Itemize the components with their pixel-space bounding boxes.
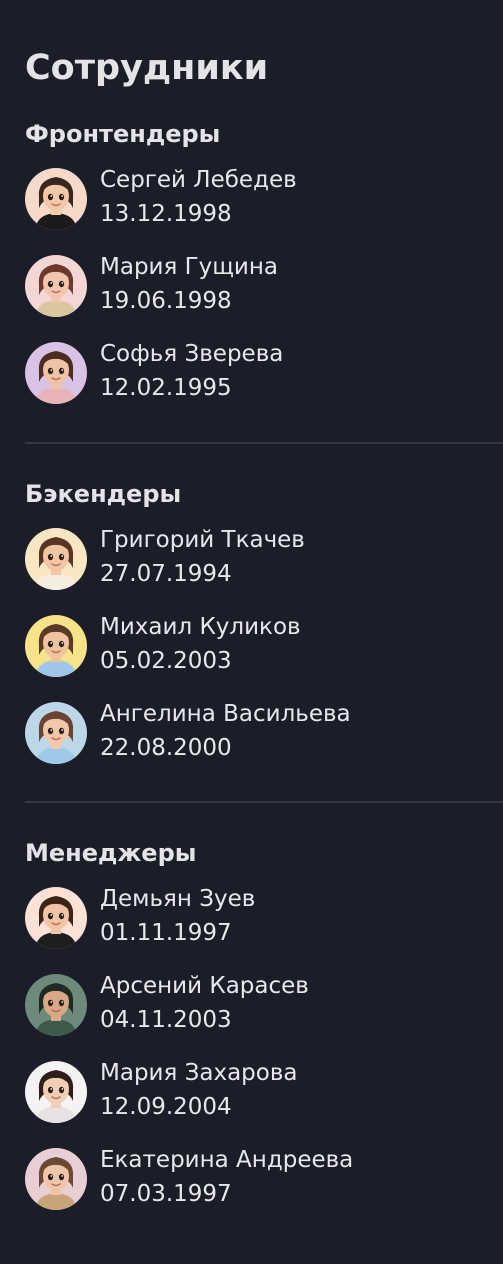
- section-divider: [25, 801, 503, 803]
- employee-name: Михаил Куликов: [100, 614, 301, 640]
- employee-card[interactable]: Михаил Куликов 05.02.2003: [25, 614, 485, 684]
- employee-name: Демьян Зуев: [100, 886, 256, 912]
- employee-name: Мария Гущина: [100, 254, 279, 280]
- employee-card[interactable]: Мария Захарова 12.09.2004: [25, 1060, 485, 1130]
- avatar: [25, 528, 87, 590]
- avatar: [25, 1061, 87, 1123]
- employee-birthdate: 19.06.1998: [100, 288, 232, 314]
- avatar: [25, 615, 87, 677]
- employee-name: Григорий Ткачев: [100, 527, 305, 553]
- employee-birthdate: 07.03.1997: [100, 1181, 232, 1207]
- employee-card[interactable]: Сергей Лебедев 13.12.1998: [25, 167, 485, 237]
- employee-birthdate: 01.11.1997: [100, 920, 232, 946]
- employee-birthdate: 12.09.2004: [100, 1094, 232, 1120]
- employee-card[interactable]: Мария Гущина 19.06.1998: [25, 254, 485, 324]
- employee-birthdate: 13.12.1998: [100, 201, 232, 227]
- avatar: [25, 702, 87, 764]
- employee-birthdate: 27.07.1994: [100, 561, 232, 587]
- employee-card[interactable]: Екатерина Андреева 07.03.1997: [25, 1147, 485, 1217]
- section-heading-frontend: Фронтендеры: [25, 120, 221, 148]
- employee-card[interactable]: Арсений Карасев 04.11.2003: [25, 973, 485, 1043]
- employee-name: Арсений Карасев: [100, 973, 309, 999]
- avatar: [25, 1148, 87, 1210]
- avatar: [25, 974, 87, 1036]
- employee-name: Мария Захарова: [100, 1060, 298, 1086]
- avatar: [25, 168, 87, 230]
- employee-name: Екатерина Андреева: [100, 1147, 354, 1173]
- section-heading-backend: Бэкендеры: [25, 480, 182, 508]
- avatar: [25, 887, 87, 949]
- employee-name: Софья Зверева: [100, 341, 284, 367]
- employee-card[interactable]: Софья Зверева 12.02.1995: [25, 341, 485, 411]
- employee-card[interactable]: Ангелина Васильева 22.08.2000: [25, 701, 485, 771]
- section-divider: [25, 442, 503, 444]
- employee-birthdate: 12.02.1995: [100, 375, 232, 401]
- employee-birthdate: 05.02.2003: [100, 648, 232, 674]
- avatar: [25, 342, 87, 404]
- employee-name: Ангелина Васильева: [100, 701, 351, 727]
- page-title: Сотрудники: [25, 48, 269, 88]
- employee-birthdate: 22.08.2000: [100, 735, 232, 761]
- employee-name: Сергей Лебедев: [100, 167, 297, 193]
- avatar: [25, 255, 87, 317]
- employee-card[interactable]: Демьян Зуев 01.11.1997: [25, 886, 485, 956]
- employee-birthdate: 04.11.2003: [100, 1007, 232, 1033]
- section-heading-managers: Менеджеры: [25, 839, 197, 867]
- employee-card[interactable]: Григорий Ткачев 27.07.1994: [25, 527, 485, 597]
